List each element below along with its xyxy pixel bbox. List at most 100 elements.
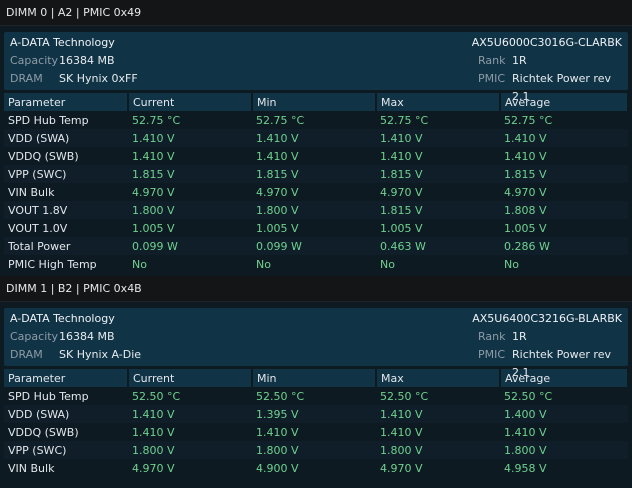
module-brand: A-DATA Technology (10, 36, 115, 49)
max-value: 1.005 V (380, 221, 423, 235)
max-value: 52.75 °C (380, 113, 429, 127)
dram-value: SK Hynix A-Die (59, 348, 142, 361)
table-row[interactable]: VDD (SWA) 1.410 V 1.410 V 1.410 V 1.410 V (4, 129, 628, 147)
parameter-name: VDDQ (SWB) (8, 425, 79, 439)
parameter-name: SPD Hub Temp (8, 389, 89, 403)
rank-value: 1R (512, 330, 527, 343)
average-value: 4.958 V (504, 461, 547, 475)
parameter-name: VDDQ (SWB) (8, 149, 79, 163)
average-value: 4.970 V (504, 185, 547, 199)
column-header-parameter[interactable]: Parameter (4, 93, 129, 111)
pmic-label: PMIC (478, 72, 506, 85)
parameter-name: VPP (SWC) (4, 165, 128, 183)
rank-label: Rank (478, 54, 506, 67)
capacity-label: Capacity (10, 330, 59, 343)
min-value: 1.410 V (256, 149, 299, 163)
table-row[interactable]: VPP (SWC) 1.815 V 1.815 V 1.815 V 1.815 V (4, 165, 628, 183)
dram-label: DRAM (10, 348, 43, 361)
table-row[interactable]: VOUT 1.8V 1.800 V 1.800 V 1.815 V 1.808 V (4, 201, 628, 219)
sensor-table: Parameter Current Min Max Average SPD Hu… (4, 369, 629, 477)
dram-label: DRAM (10, 72, 43, 85)
table-row[interactable]: Total Power 0.099 W 0.099 W 0.463 W 0.286 W (4, 237, 628, 255)
average-value: 0.286 W (500, 237, 628, 255)
sensor-table: Parameter Current Min Max Average SPD Hu… (4, 93, 629, 273)
parameter-name: SPD Hub Temp (8, 113, 89, 127)
table-row[interactable]: VIN Bulk 4.970 V 4.900 V 4.970 V 4.958 V (4, 459, 628, 477)
max-value: 1.815 V (376, 165, 500, 183)
current-value: 1.410 V (132, 149, 175, 163)
pmic-value: Richtek Power rev 2.1 (512, 348, 611, 379)
dimm-header[interactable]: DIMM 0 | A2 | PMIC 0x49 (0, 0, 632, 26)
average-value: 1.808 V (500, 201, 628, 219)
table-row[interactable]: SPD Hub Temp 52.75 °C 52.75 °C 52.75 °C 52.7… (4, 111, 628, 129)
current-value: 1.410 V (128, 129, 252, 147)
parameter-name: VDD (SWA) (4, 129, 128, 147)
average-value: 1.410 V (504, 149, 547, 163)
current-value: 52.50 °C (132, 389, 181, 403)
min-value: 52.50 °C (256, 389, 305, 403)
parameter-name: Total Power (4, 237, 128, 255)
pmic-value: Richtek Power rev 2.1 (512, 72, 611, 103)
module-brand: A-DATA Technology (10, 312, 115, 325)
min-value: 0.099 W (252, 237, 376, 255)
max-value: 1.815 V (376, 201, 500, 219)
average-value: 1.410 V (504, 425, 547, 439)
max-value: 1.410 V (380, 425, 423, 439)
current-value: 4.970 V (132, 185, 175, 199)
max-value: No (380, 257, 395, 271)
max-value: 1.800 V (376, 441, 500, 459)
min-value: 1.800 V (252, 441, 376, 459)
average-value: 52.50 °C (504, 389, 553, 403)
dimm-section: DIMM 1 | B2 | PMIC 0x4B A-DATA Technolog… (0, 276, 632, 477)
table-row[interactable]: VOUT 1.0V 1.005 V 1.005 V 1.005 V 1.005 V (4, 219, 628, 237)
column-header-current[interactable]: Current (128, 93, 253, 111)
dimm-section: DIMM 0 | A2 | PMIC 0x49 A-DATA Technolog… (0, 0, 632, 273)
capacity-label: Capacity (10, 54, 59, 67)
column-header-min[interactable]: Min (252, 369, 377, 387)
average-value: 1.410 V (500, 129, 628, 147)
table-row[interactable]: PMIC High Temp No No No No (4, 255, 628, 273)
module-part-number: AX5U6400C3216G-BLARBK (472, 312, 622, 325)
module-part-number: AX5U6000C3016G-CLARBK (471, 36, 622, 49)
parameter-name: VIN Bulk (8, 461, 55, 475)
table-row[interactable]: VDDQ (SWB) 1.410 V 1.410 V 1.410 V 1.410 V (4, 147, 628, 165)
capacity-value: 16384 MB (59, 54, 115, 67)
pmic-label: PMIC (478, 348, 506, 361)
column-header-max[interactable]: Max (376, 369, 501, 387)
column-header-min[interactable]: Min (252, 93, 377, 111)
average-value: 1.005 V (504, 221, 547, 235)
parameter-name: VIN Bulk (8, 185, 55, 199)
min-value: 1.410 V (256, 425, 299, 439)
rank-value: 1R (512, 54, 527, 67)
current-value: 1.800 V (128, 201, 252, 219)
min-value: 1.800 V (252, 201, 376, 219)
table-row[interactable]: VDD (SWA) 1.410 V 1.395 V 1.410 V 1.400 V (4, 405, 628, 423)
column-header-parameter[interactable]: Parameter (4, 369, 129, 387)
max-value: 1.410 V (380, 149, 423, 163)
average-value: 1.400 V (500, 405, 628, 423)
table-row[interactable]: VPP (SWC) 1.800 V 1.800 V 1.800 V 1.800 V (4, 441, 628, 459)
current-value: No (132, 257, 147, 271)
current-value: 1.410 V (132, 425, 175, 439)
column-header-current[interactable]: Current (128, 369, 253, 387)
dimm-header[interactable]: DIMM 1 | B2 | PMIC 0x4B (0, 276, 632, 302)
table-row[interactable]: VDDQ (SWB) 1.410 V 1.410 V 1.410 V 1.410 V (4, 423, 628, 441)
average-value: 1.815 V (500, 165, 628, 183)
min-value: 4.900 V (256, 461, 299, 475)
min-value: No (256, 257, 271, 271)
parameter-name: VOUT 1.8V (4, 201, 128, 219)
max-value: 52.50 °C (380, 389, 429, 403)
column-header-max[interactable]: Max (376, 93, 501, 111)
capacity-value: 16384 MB (59, 330, 115, 343)
dimm-info-panel: A-DATA Technology AX5U6400C3216G-BLARBK … (4, 308, 628, 379)
average-value: 1.800 V (500, 441, 628, 459)
current-value: 1.005 V (132, 221, 175, 235)
table-row[interactable]: SPD Hub Temp 52.50 °C 52.50 °C 52.50 °C 52.5… (4, 387, 628, 405)
parameter-name: VPP (SWC) (4, 441, 128, 459)
rank-label: Rank (478, 330, 506, 343)
current-value: 52.75 °C (132, 113, 181, 127)
current-value: 1.410 V (128, 405, 252, 423)
max-value: 1.410 V (376, 405, 500, 423)
table-row[interactable]: VIN Bulk 4.970 V 4.970 V 4.970 V 4.970 V (4, 183, 628, 201)
min-value: 4.970 V (256, 185, 299, 199)
